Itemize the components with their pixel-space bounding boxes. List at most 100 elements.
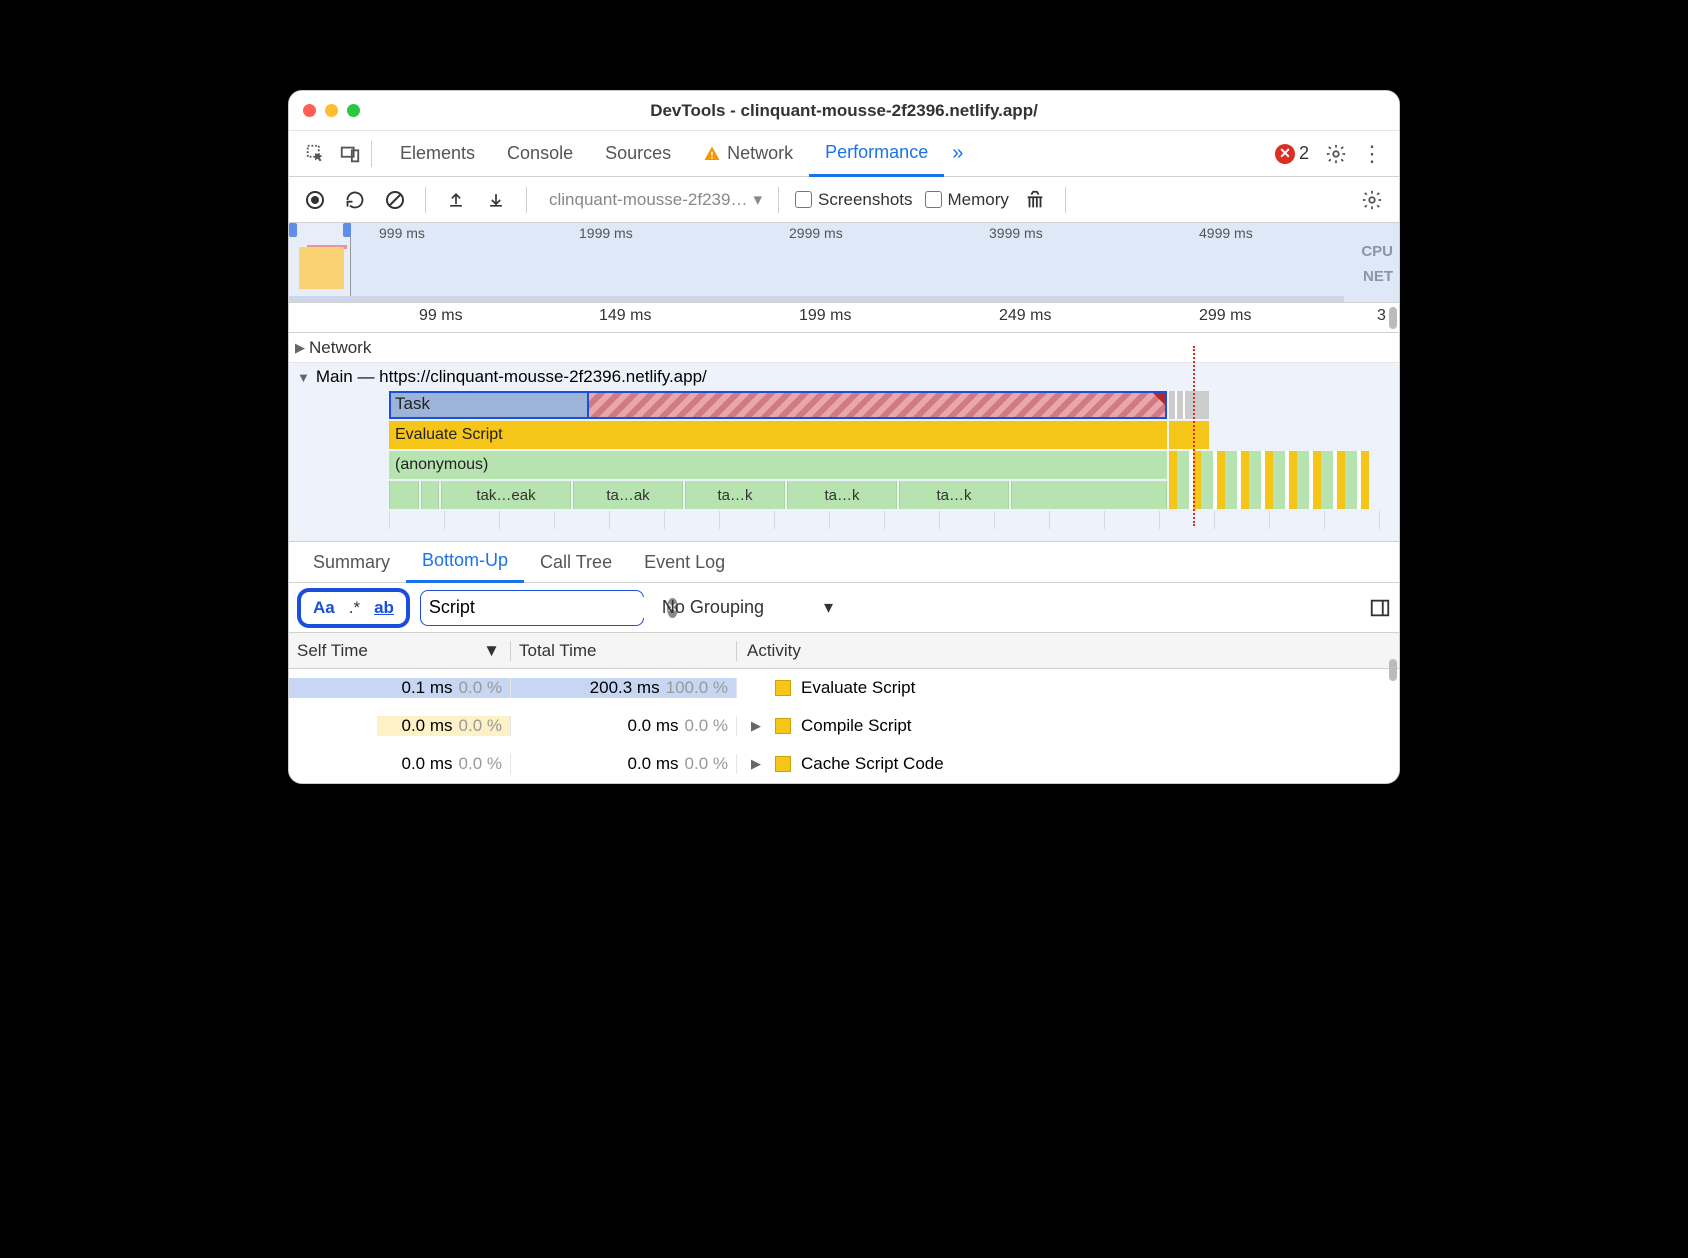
capture-settings-icon[interactable] (1357, 185, 1387, 215)
overview-selection[interactable] (289, 223, 351, 302)
separator (371, 141, 372, 167)
cell-self-time: 0.1 ms0.0 % (289, 678, 511, 698)
overview-cpu-label: CPU (1361, 243, 1393, 260)
call-segment[interactable] (421, 481, 439, 509)
col-self-time[interactable]: Self Time ▼ (289, 641, 511, 661)
subtab-summary[interactable]: Summary (297, 541, 406, 583)
grouping-select[interactable]: No Grouping ▾ (662, 597, 833, 618)
chevron-right-icon[interactable]: ▶ (751, 718, 765, 734)
evaluate-script-bar[interactable]: Evaluate Script (389, 421, 1167, 449)
cell-total-time: 0.0 ms0.0 % (511, 716, 737, 736)
call-segment[interactable]: ta…k (899, 481, 1009, 509)
sort-desc-icon: ▼ (483, 641, 500, 661)
main-track-header[interactable]: ▼ Main — https://clinquant-mousse-2f2396… (289, 363, 1399, 391)
download-profile-icon[interactable] (482, 186, 510, 214)
table-row[interactable]: 0.1 ms0.0 % 200.3 ms100.0 % Evaluate Scr… (289, 669, 1399, 707)
error-badge[interactable]: ✕ 2 (1275, 143, 1309, 164)
memory-label: Memory (948, 190, 1009, 210)
more-tabs-button[interactable]: » (944, 142, 971, 165)
flame-chart[interactable]: Task Evaluate Script (anonymous) tak…eak… (289, 391, 1399, 541)
separator (778, 187, 779, 213)
match-case-button[interactable]: Aa (313, 598, 335, 618)
gridlines (389, 511, 1399, 529)
subtab-event-log[interactable]: Event Log (628, 541, 741, 583)
dock-side-icon[interactable] (1369, 597, 1391, 619)
category-swatch-icon (775, 718, 791, 734)
cell-total-time: 200.3 ms100.0 % (511, 678, 737, 698)
separator (425, 187, 426, 213)
tab-console[interactable]: Console (491, 131, 589, 177)
call-segment[interactable]: tak…eak (441, 481, 571, 509)
cell-self-time: 0.0 ms0.0 % (289, 754, 511, 774)
device-toolbar-icon[interactable] (333, 137, 367, 171)
overview-handle-left[interactable] (289, 223, 297, 237)
upload-profile-icon[interactable] (442, 186, 470, 214)
bottom-up-table-header: Self Time ▼ Total Time Activity (289, 633, 1399, 669)
tab-performance[interactable]: Performance (809, 131, 944, 177)
tab-network[interactable]: Network (687, 131, 809, 177)
clear-button[interactable] (381, 186, 409, 214)
chevron-down-icon: ▾ (753, 190, 762, 210)
category-swatch-icon (775, 756, 791, 772)
panel-tabs: Elements Console Sources Network Perform… (384, 131, 1263, 177)
filter-input[interactable] (429, 597, 661, 618)
call-segment[interactable] (389, 481, 419, 509)
devtools-tabbar: Elements Console Sources Network Perform… (289, 131, 1399, 177)
subtab-bottom-up[interactable]: Bottom-Up (406, 541, 524, 583)
filter-bar: Aa .* ab ✕ No Grouping ▾ (289, 583, 1399, 633)
overview-handle-right[interactable] (343, 223, 351, 237)
checkbox-icon (925, 191, 942, 208)
reload-record-button[interactable] (341, 186, 369, 214)
chevron-right-icon[interactable]: ▶ (751, 756, 765, 772)
overview-net-strip (289, 296, 1344, 302)
window-title: DevTools - clinquant-mousse-2f2396.netli… (289, 101, 1399, 121)
cell-self-time: 0.0 ms0.0 % (289, 716, 511, 736)
timeline-overview[interactable]: 999 ms 1999 ms 2999 ms 3999 ms 4999 ms C… (289, 223, 1399, 303)
whole-word-button[interactable]: ab (374, 598, 394, 618)
settings-icon[interactable] (1321, 139, 1351, 169)
inspect-element-icon[interactable] (299, 137, 333, 171)
task-bar-label: Task (395, 394, 430, 414)
timestamp-marker (1193, 346, 1195, 526)
titlebar: DevTools - clinquant-mousse-2f2396.netli… (289, 91, 1399, 131)
anonymous-bar[interactable]: (anonymous) (389, 451, 1167, 479)
kebab-menu-icon[interactable]: ⋮ (1351, 141, 1393, 167)
tab-sources[interactable]: Sources (589, 131, 687, 177)
ruler-tick: 99 ms (419, 307, 463, 325)
task-bar-long-task[interactable] (589, 391, 1167, 419)
network-track-header[interactable]: ▶ Network (289, 333, 1399, 363)
tab-elements[interactable]: Elements (384, 131, 491, 177)
record-button[interactable] (301, 186, 329, 214)
overview-tick: 1999 ms (579, 225, 633, 241)
table-row[interactable]: 0.0 ms0.0 % 0.0 ms0.0 % ▶ Compile Script (289, 707, 1399, 745)
screenshots-label: Screenshots (818, 190, 913, 210)
col-total-time[interactable]: Total Time (511, 641, 737, 661)
overview-ruler: 999 ms 1999 ms 2999 ms 3999 ms 4999 ms (289, 223, 1344, 245)
memory-checkbox[interactable]: Memory (925, 190, 1009, 210)
detail-ruler[interactable]: 99 ms 149 ms 199 ms 249 ms 299 ms 3 (289, 303, 1399, 333)
regex-button[interactable]: .* (349, 598, 360, 618)
scrollbar-thumb[interactable] (1389, 659, 1397, 681)
call-segment[interactable]: ta…k (685, 481, 785, 509)
scrollbar-thumb[interactable] (1389, 307, 1397, 329)
subtab-call-tree[interactable]: Call Tree (524, 541, 628, 583)
overview-net-label: NET (1361, 268, 1393, 285)
table-row[interactable]: 0.0 ms0.0 % 0.0 ms0.0 % ▶ Cache Script C… (289, 745, 1399, 783)
profile-select[interactable]: clinquant-mousse-2f239… ▾ (549, 190, 762, 210)
activity-name: Evaluate Script (801, 678, 915, 698)
overview-track-labels: CPU NET (1361, 243, 1393, 285)
grouping-value: No Grouping (662, 597, 764, 618)
network-label: Network (309, 338, 371, 358)
col-activity[interactable]: Activity (737, 641, 1399, 661)
performance-toolbar: clinquant-mousse-2f239… ▾ Screenshots Me… (289, 177, 1399, 223)
call-segment[interactable] (1011, 481, 1167, 509)
call-segment[interactable]: ta…ak (573, 481, 683, 509)
filter-search-box[interactable]: ✕ (420, 590, 644, 626)
error-icon: ✕ (1275, 144, 1295, 164)
screenshots-checkbox[interactable]: Screenshots (795, 190, 913, 210)
main-track: ▼ Main — https://clinquant-mousse-2f2396… (289, 363, 1399, 541)
tail-activity[interactable] (1169, 391, 1369, 511)
ruler-tick: 3 (1377, 307, 1386, 325)
garbage-collect-icon[interactable] (1021, 186, 1049, 214)
call-segment[interactable]: ta…k (787, 481, 897, 509)
